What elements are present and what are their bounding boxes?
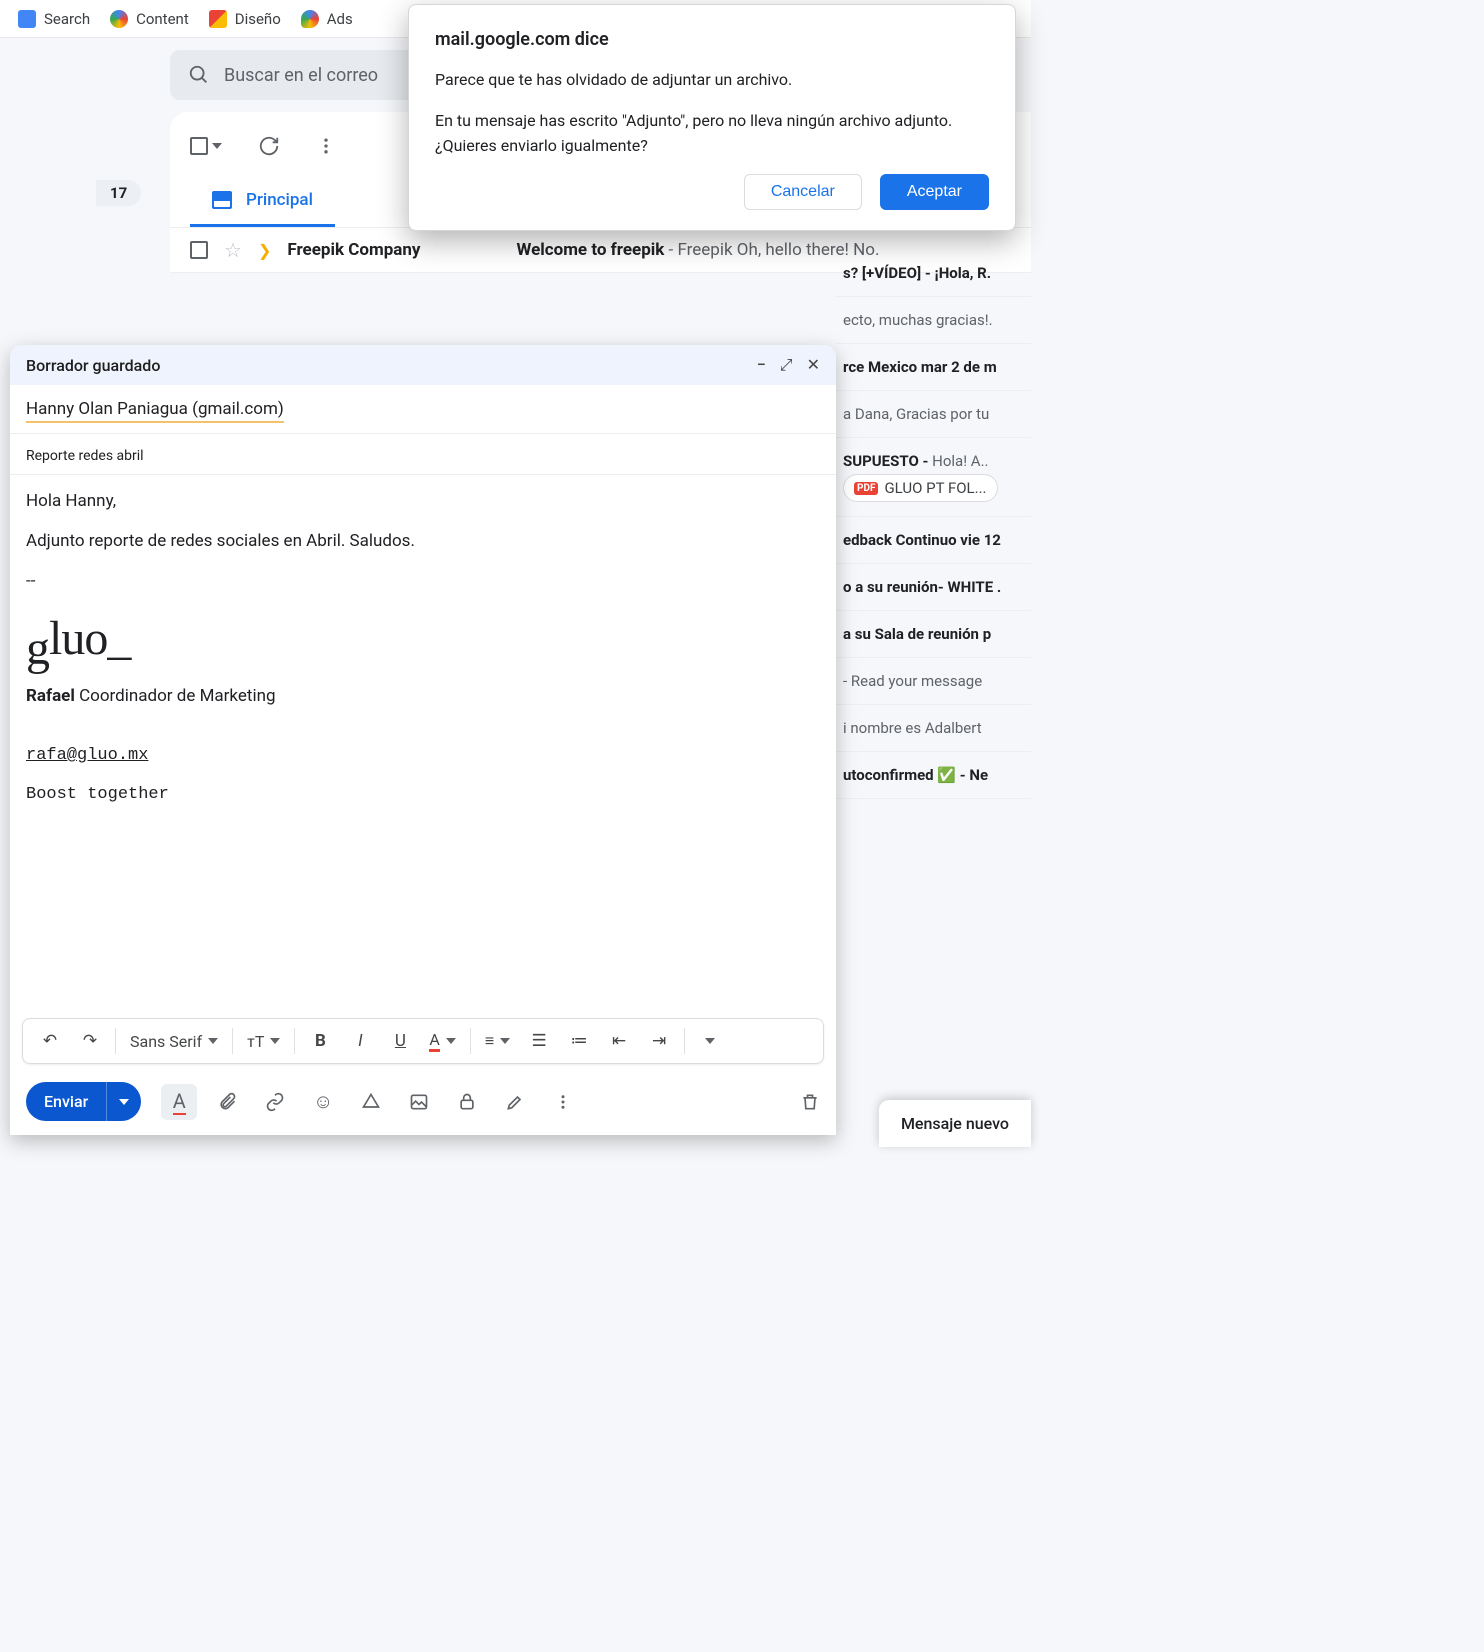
- bg-row[interactable]: edback Continuo vie 12: [835, 517, 1031, 564]
- italic-button[interactable]: I: [341, 1022, 379, 1060]
- signature-logo: gluo_: [26, 611, 820, 666]
- chevron-down-icon: [212, 143, 222, 149]
- bookmark-icon: [209, 10, 227, 28]
- indent-button[interactable]: ⇥: [640, 1022, 678, 1060]
- sidebar-unread-badge[interactable]: 17: [96, 180, 141, 206]
- dialog-line2: En tu mensaje has escrito "Adjunto", per…: [435, 109, 989, 159]
- compose-body[interactable]: Hola Hanny, Adjunto reporte de redes soc…: [10, 475, 836, 1010]
- checkbox-icon: [190, 137, 208, 155]
- font-size-select[interactable]: тT: [239, 1022, 288, 1060]
- attach-icon[interactable]: [209, 1084, 245, 1120]
- bookmark-content[interactable]: Content: [100, 6, 199, 32]
- bold-button[interactable]: B: [301, 1022, 339, 1060]
- recipient-chip[interactable]: Hanny Olan Paniagua (gmail.com): [26, 399, 284, 423]
- important-marker-icon[interactable]: ❯: [258, 241, 271, 260]
- inbox-icon: [212, 191, 232, 209]
- search-placeholder: Buscar en el correo: [224, 65, 378, 86]
- compose-window: Borrador guardado − ⤢ ✕ Hanny Olan Pania…: [10, 345, 836, 1135]
- bg-row[interactable]: SUPUESTO - Hola! A.. PDF GLUO PT FOL...: [835, 438, 1031, 517]
- bookmark-label: Search: [44, 10, 90, 28]
- compose-header[interactable]: Borrador guardado − ⤢ ✕: [10, 345, 836, 385]
- unordered-list-button[interactable]: ≔: [560, 1022, 598, 1060]
- bg-row[interactable]: - Read your message: [835, 658, 1031, 705]
- redo-button[interactable]: ↷: [71, 1022, 109, 1060]
- bg-row[interactable]: i nombre es Adalbert: [835, 705, 1031, 752]
- ordered-list-button[interactable]: ☰: [520, 1022, 558, 1060]
- bg-row[interactable]: rce Mexico mar 2 de m: [835, 344, 1031, 391]
- refresh-button[interactable]: [258, 135, 280, 157]
- alert-dialog: mail.google.com dice Parece que te has o…: [408, 4, 1016, 231]
- bg-row[interactable]: utoconfirmed ✅ - Ne: [835, 752, 1031, 799]
- minimize-icon[interactable]: −: [757, 355, 766, 375]
- more-options-icon[interactable]: [545, 1084, 581, 1120]
- search-icon: [188, 64, 210, 86]
- background-email-list: s? [+VÍDEO] - ¡Hola, R. ecto, muchas gra…: [835, 250, 1031, 799]
- more-button[interactable]: [316, 136, 336, 156]
- bookmark-label: Ads: [327, 10, 353, 28]
- bg-row[interactable]: a Dana, Gracias por tu: [835, 391, 1031, 438]
- dialog-title: mail.google.com dice: [435, 29, 989, 50]
- bookmark-label: Diseño: [235, 10, 281, 28]
- row-checkbox[interactable]: [190, 241, 208, 259]
- compose-title: Borrador guardado: [26, 356, 160, 375]
- discard-draft-button[interactable]: [800, 1092, 820, 1112]
- emoji-icon[interactable]: ☺: [305, 1084, 341, 1120]
- select-all-checkbox[interactable]: [190, 137, 222, 155]
- link-icon[interactable]: [257, 1084, 293, 1120]
- email-subject: Welcome to freepik - Freepik Oh, hello t…: [516, 240, 879, 260]
- email-sender: Freepik Company: [287, 240, 420, 260]
- send-button[interactable]: Enviar: [26, 1082, 141, 1121]
- pdf-icon: PDF: [854, 482, 878, 495]
- send-bar: Enviar A ☺: [10, 1072, 836, 1135]
- send-options-button[interactable]: [106, 1082, 141, 1121]
- bookmark-diseno[interactable]: Diseño: [199, 6, 291, 32]
- close-icon[interactable]: ✕: [807, 355, 820, 375]
- text-format-toggle[interactable]: A: [161, 1084, 197, 1120]
- cancel-button[interactable]: Cancelar: [744, 174, 862, 210]
- bookmark-label: Content: [136, 10, 189, 28]
- attachment-chip[interactable]: PDF GLUO PT FOL...: [843, 474, 998, 502]
- dialog-line1: Parece que te has olvidado de adjuntar u…: [435, 68, 989, 93]
- confidential-icon[interactable]: [449, 1084, 485, 1120]
- format-toolbar: ↶ ↷ Sans Serif тT B I U A ≡ ☰ ≔ ⇤ ⇥: [22, 1018, 824, 1064]
- recipients-field[interactable]: Hanny Olan Paniagua (gmail.com): [10, 385, 836, 434]
- subject-field[interactable]: Reporte redes abril: [10, 434, 836, 475]
- bookmark-ads[interactable]: Ads: [291, 6, 363, 32]
- tab-principal[interactable]: Principal: [190, 176, 335, 227]
- bg-row[interactable]: a su Sala de reunión p: [835, 611, 1031, 658]
- align-button[interactable]: ≡: [477, 1022, 518, 1060]
- font-select[interactable]: Sans Serif: [122, 1022, 226, 1060]
- bg-row[interactable]: ecto, muchas gracias!.: [835, 297, 1031, 344]
- bookmark-icon: [110, 10, 128, 28]
- underline-button[interactable]: U: [381, 1022, 419, 1060]
- accept-button[interactable]: Aceptar: [880, 174, 989, 210]
- more-format-button[interactable]: [691, 1022, 729, 1060]
- signature-icon[interactable]: [497, 1084, 533, 1120]
- bg-row[interactable]: s? [+VÍDEO] - ¡Hola, R.: [835, 250, 1031, 297]
- drive-icon[interactable]: [353, 1084, 389, 1120]
- undo-button[interactable]: ↶: [31, 1022, 69, 1060]
- tab-label: Principal: [246, 190, 313, 210]
- star-icon[interactable]: ☆: [224, 238, 242, 262]
- bg-row[interactable]: o a su reunión- WHITE .: [835, 564, 1031, 611]
- new-message-tab[interactable]: Mensaje nuevo: [879, 1100, 1031, 1147]
- bookmark-search[interactable]: Search: [8, 6, 100, 32]
- fullscreen-icon[interactable]: ⤢: [780, 355, 793, 375]
- outdent-button[interactable]: ⇤: [600, 1022, 638, 1060]
- text-color-button[interactable]: A: [421, 1022, 463, 1060]
- image-icon[interactable]: [401, 1084, 437, 1120]
- bookmark-icon: [18, 10, 36, 28]
- bookmark-icon: [301, 10, 319, 28]
